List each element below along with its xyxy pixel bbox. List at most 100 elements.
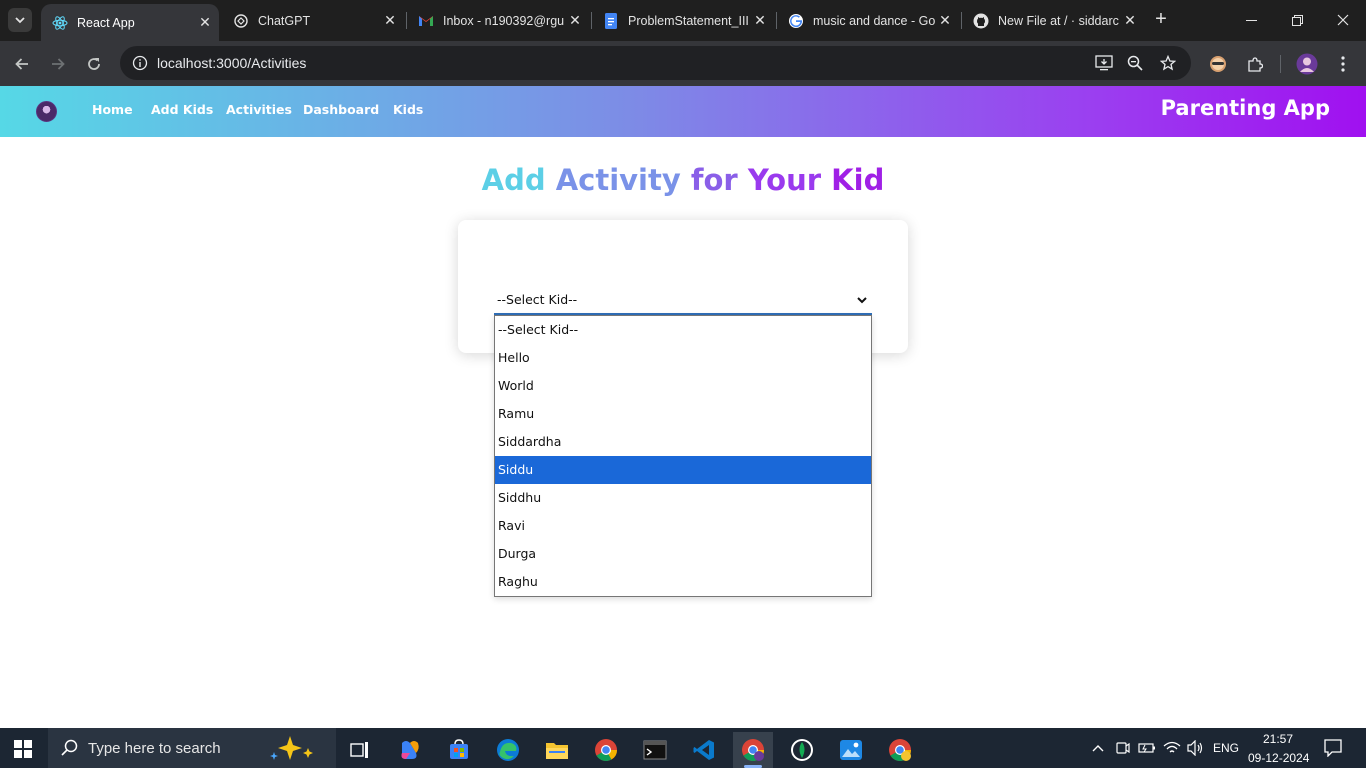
new-tab-button[interactable]: + — [1151, 9, 1171, 30]
meet-now-icon[interactable] — [1114, 738, 1132, 758]
wifi-icon[interactable] — [1162, 738, 1182, 758]
close-tab-icon[interactable]: ✕ — [567, 12, 583, 29]
tab-title: ProblemStatement_III — [628, 13, 749, 28]
minimize-window-icon[interactable] — [1236, 8, 1266, 32]
site-info-icon[interactable] — [128, 51, 152, 75]
chrome-canary-icon[interactable] — [880, 732, 920, 768]
tab-github[interactable]: New File at / · siddarc ✕ — [962, 6, 1144, 35]
extension-avatar-icon[interactable] — [1206, 52, 1230, 76]
forward-arrow-icon[interactable] — [46, 52, 70, 76]
title-word: Add — [481, 163, 546, 197]
tab-gmail[interactable]: Inbox - n190392@rgu ✕ — [407, 6, 589, 35]
select-option[interactable]: Durga — [495, 540, 871, 568]
nav-link-activities[interactable]: Activities — [226, 102, 292, 117]
title-word: Kid — [831, 163, 885, 197]
tab-title: music and dance - Go — [813, 13, 936, 28]
browser-toolbar: localhost:3000/Activities — [0, 41, 1366, 86]
close-tab-icon[interactable]: ✕ — [752, 12, 768, 29]
kid-select-value: --Select Kid-- — [497, 292, 578, 307]
language-indicator[interactable]: ENG — [1213, 741, 1239, 755]
select-option[interactable]: Ramu — [495, 400, 871, 428]
terminal-icon[interactable] — [635, 732, 675, 768]
nav-link-add-kids[interactable]: Add Kids — [151, 102, 213, 117]
copilot-icon[interactable] — [390, 732, 430, 768]
chrome-icon[interactable] — [586, 732, 626, 768]
taskbar-search-placeholder: Type here to search — [88, 740, 221, 757]
tab-chatgpt[interactable]: ChatGPT ✕ — [222, 6, 404, 35]
chevron-down-icon — [15, 17, 25, 24]
search-highlight-icon — [270, 736, 313, 760]
docs-icon — [603, 12, 619, 29]
extensions-puzzle-icon[interactable] — [1243, 52, 1267, 76]
nav-link-kids[interactable]: Kids — [393, 102, 423, 117]
kid-select-dropdown: --Select Kid-- Hello World Ramu Siddardh… — [494, 315, 872, 597]
tab-title: React App — [77, 15, 135, 30]
select-option[interactable]: Ravi — [495, 512, 871, 540]
gmail-icon — [418, 13, 434, 29]
nav-link-home[interactable]: Home — [92, 102, 133, 117]
select-option[interactable]: Siddhu — [495, 484, 871, 512]
restore-window-icon[interactable] — [1282, 8, 1312, 32]
search-icon — [61, 739, 78, 756]
page-title: Add Activity for Your Kid — [0, 163, 1366, 197]
close-window-icon[interactable] — [1328, 8, 1358, 32]
google-icon — [788, 13, 804, 29]
install-app-icon[interactable] — [1092, 51, 1116, 75]
browser-tab-strip: React App ✕ ChatGPT ✕ Inbox - n190392@rg… — [0, 0, 1366, 41]
kid-select[interactable]: --Select Kid-- — [494, 289, 872, 315]
close-tab-icon[interactable]: ✕ — [1122, 12, 1138, 29]
chatgpt-icon — [233, 13, 249, 29]
battery-icon[interactable] — [1138, 738, 1156, 758]
title-word: Your — [747, 163, 822, 197]
taskbar-search-box[interactable]: Type here to search — [48, 728, 336, 768]
store-icon[interactable] — [439, 732, 479, 768]
clock-date[interactable]: 09-12-2024 — [1248, 751, 1309, 765]
chevron-up-icon[interactable] — [1090, 738, 1106, 758]
file-explorer-icon[interactable] — [537, 732, 577, 768]
zoom-icon[interactable] — [1123, 51, 1147, 75]
clock-time[interactable]: 21:57 — [1263, 732, 1293, 746]
close-tab-icon[interactable]: ✕ — [937, 12, 953, 29]
select-option-highlighted[interactable]: Siddu — [495, 456, 871, 484]
tab-google-search[interactable]: music and dance - Go ✕ — [777, 6, 959, 35]
tab-title: Inbox - n190392@rgu — [443, 13, 565, 28]
task-view-icon[interactable] — [340, 732, 380, 768]
reload-icon[interactable] — [82, 52, 106, 76]
select-option[interactable]: --Select Kid-- — [495, 316, 871, 344]
address-bar[interactable]: localhost:3000/Activities — [120, 46, 1191, 80]
title-word: for — [690, 163, 738, 197]
volume-icon[interactable] — [1185, 738, 1205, 758]
chevron-down-icon — [857, 297, 867, 304]
browser-menu-icon[interactable] — [1331, 52, 1355, 76]
tab-react-app[interactable]: React App ✕ — [41, 4, 219, 41]
photos-icon[interactable] — [831, 732, 871, 768]
tab-title: New File at / · siddarc — [998, 13, 1119, 28]
close-tab-icon[interactable]: ✕ — [382, 12, 398, 29]
select-option[interactable]: Hello — [495, 344, 871, 372]
chrome-profile-icon[interactable] — [733, 732, 773, 768]
back-arrow-icon[interactable] — [10, 52, 34, 76]
mongodb-compass-icon[interactable] — [782, 732, 822, 768]
title-word: Activity — [555, 163, 681, 197]
bookmark-star-icon[interactable] — [1156, 51, 1180, 75]
select-option[interactable]: Raghu — [495, 568, 871, 596]
windows-taskbar: Type here to search ENG 21:57 09-12-2024 — [0, 728, 1366, 768]
url-text[interactable]: localhost:3000/Activities — [157, 55, 306, 71]
select-option[interactable]: Siddardha — [495, 428, 871, 456]
notification-icon[interactable] — [1322, 738, 1344, 758]
edge-icon[interactable] — [488, 732, 528, 768]
app-navbar: Home Add Kids Activities Dashboard Kids … — [0, 86, 1366, 137]
tab-problem-statement[interactable]: ProblemStatement_III ✕ — [592, 6, 774, 35]
react-icon — [52, 15, 68, 31]
windows-start-icon[interactable] — [14, 740, 32, 758]
toolbar-separator — [1280, 55, 1281, 73]
select-option[interactable]: World — [495, 372, 871, 400]
vscode-icon[interactable] — [684, 732, 724, 768]
profile-avatar-icon[interactable] — [1295, 52, 1319, 76]
app-brand: Parenting App — [1160, 96, 1330, 120]
nav-link-dashboard[interactable]: Dashboard — [303, 102, 379, 117]
tab-search-button[interactable] — [8, 8, 32, 32]
close-tab-icon[interactable]: ✕ — [197, 14, 213, 31]
app-logo[interactable] — [36, 101, 57, 122]
github-icon — [973, 13, 989, 29]
